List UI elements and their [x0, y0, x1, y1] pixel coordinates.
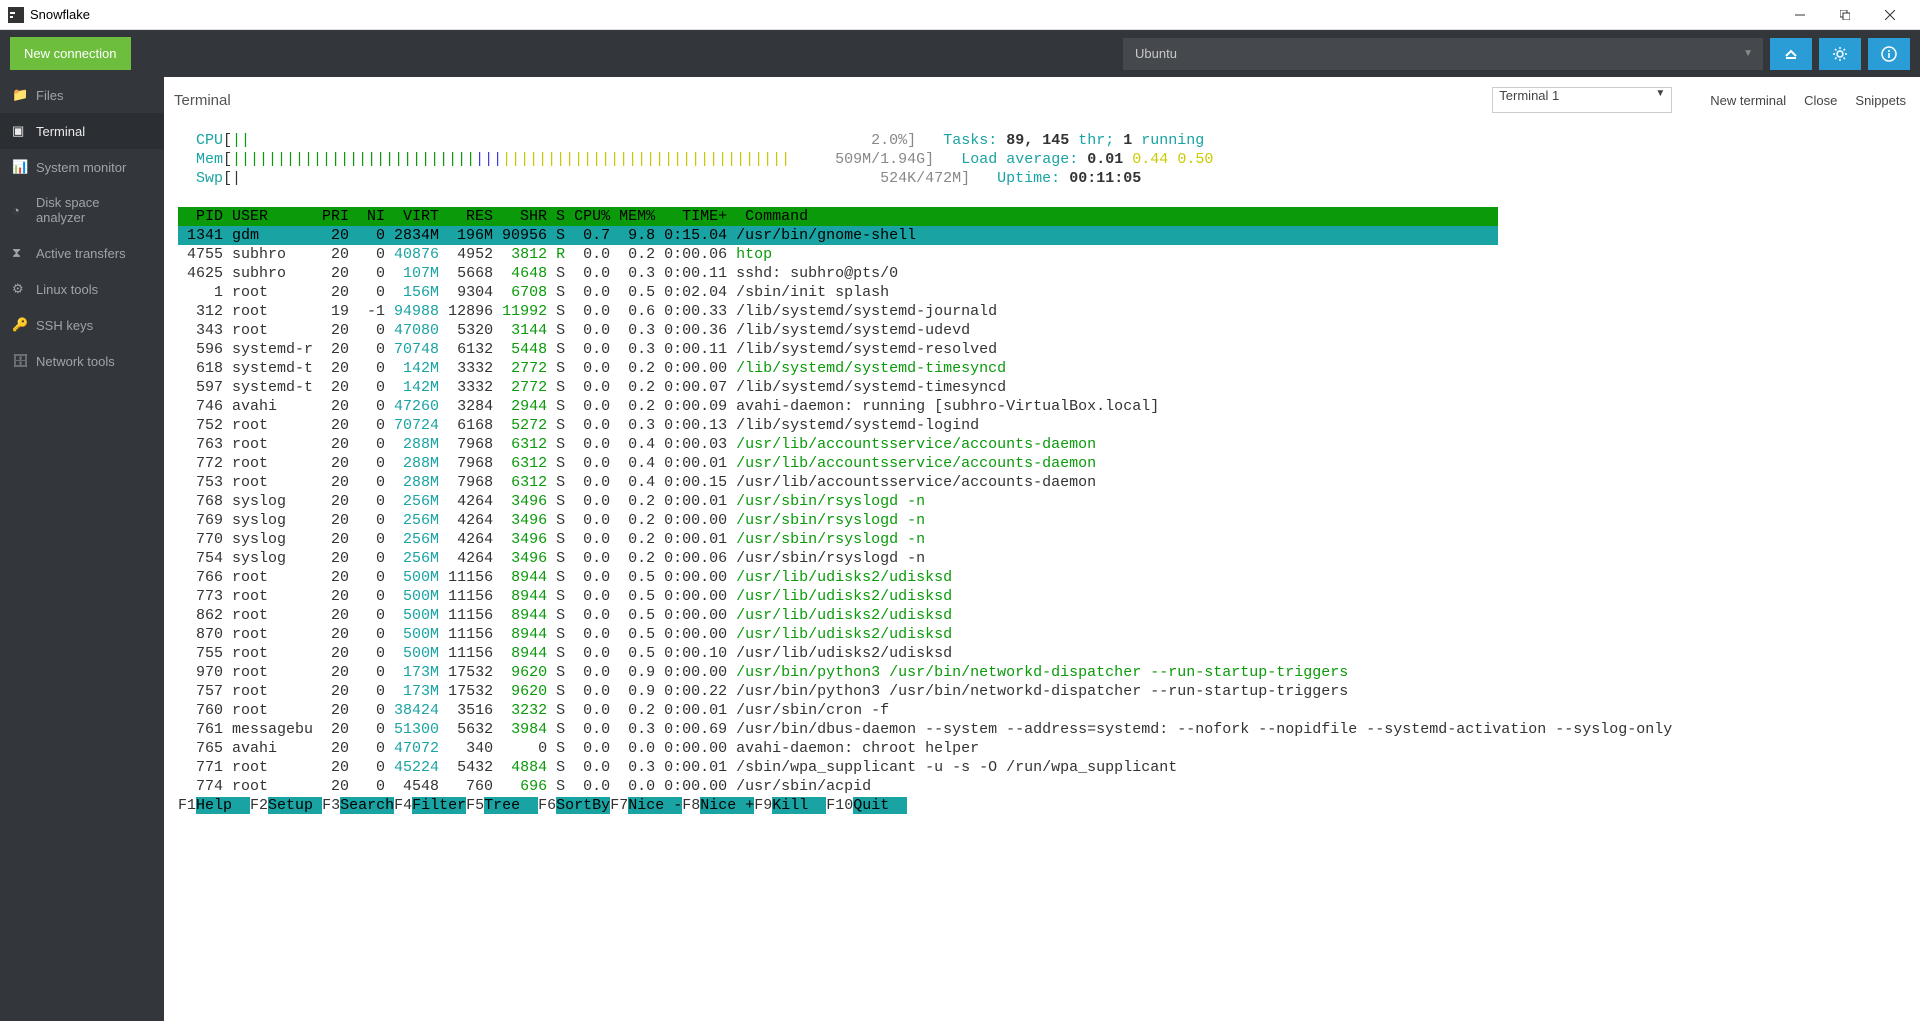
chevron-down-icon: ▼ — [1655, 88, 1665, 99]
new-terminal-link[interactable]: New terminal — [1710, 93, 1786, 108]
minimize-button[interactable] — [1777, 0, 1822, 30]
sidebar-label: Linux tools — [36, 282, 98, 297]
sidebar-item-linux-tools[interactable]: ⚙Linux tools — [0, 271, 164, 307]
session-label: Ubuntu — [1135, 46, 1177, 61]
key-icon: 🔑 — [12, 317, 36, 333]
maximize-button[interactable] — [1822, 0, 1867, 30]
disconnect-button[interactable] — [1770, 38, 1812, 70]
sidebar-item-disk-analyzer[interactable]: ◔Disk space analyzer — [0, 185, 164, 235]
new-connection-button[interactable]: New connection — [10, 37, 131, 70]
terminal-icon: ▣ — [12, 123, 36, 139]
info-button[interactable] — [1868, 38, 1910, 70]
chart-icon: 📊 — [12, 159, 36, 175]
sidebar-label: Disk space analyzer — [36, 195, 152, 225]
content-title: Terminal — [174, 92, 1492, 109]
sidebar-label: Network tools — [36, 354, 115, 369]
window-title: Snowflake — [30, 7, 1777, 22]
titlebar: Snowflake — [0, 0, 1920, 30]
sidebar-item-network-tools[interactable]: 🗄Network tools — [0, 343, 164, 379]
hourglass-icon: ⧗ — [12, 245, 36, 261]
sidebar: 📁Files ▣Terminal 📊System monitor ◔Disk s… — [0, 77, 164, 1021]
sidebar-label: System monitor — [36, 160, 126, 175]
terminal-tab-select[interactable]: Terminal 1 ▼ — [1492, 87, 1672, 113]
gear-icon: ⚙ — [12, 281, 36, 297]
content-header: Terminal Terminal 1 ▼ New terminal Close… — [164, 77, 1920, 121]
terminal-output[interactable]: CPU[|| 2.0%] Tasks: 89, 145 thr; 1 runni… — [164, 121, 1920, 1021]
close-terminal-link[interactable]: Close — [1804, 93, 1837, 108]
network-icon: 🗄 — [12, 353, 36, 369]
sidebar-item-system-monitor[interactable]: 📊System monitor — [0, 149, 164, 185]
app-icon — [8, 7, 24, 23]
chevron-down-icon: ▼ — [1743, 48, 1753, 59]
folder-icon: 📁 — [12, 87, 36, 103]
pie-icon: ◔ — [12, 203, 36, 218]
sidebar-item-files[interactable]: 📁Files — [0, 77, 164, 113]
terminal-tab-label: Terminal 1 — [1499, 88, 1559, 103]
sidebar-item-terminal[interactable]: ▣Terminal — [0, 113, 164, 149]
close-button[interactable] — [1867, 0, 1912, 30]
settings-button[interactable] — [1819, 38, 1861, 70]
sidebar-label: SSH keys — [36, 318, 93, 333]
toolbar: New connection Ubuntu ▼ — [0, 30, 1920, 77]
sidebar-item-ssh-keys[interactable]: 🔑SSH keys — [0, 307, 164, 343]
snippets-link[interactable]: Snippets — [1855, 93, 1906, 108]
session-dropdown[interactable]: Ubuntu ▼ — [1123, 38, 1763, 70]
sidebar-item-active-transfers[interactable]: ⧗Active transfers — [0, 235, 164, 271]
sidebar-label: Terminal — [36, 124, 85, 139]
sidebar-label: Files — [36, 88, 63, 103]
sidebar-label: Active transfers — [36, 246, 126, 261]
